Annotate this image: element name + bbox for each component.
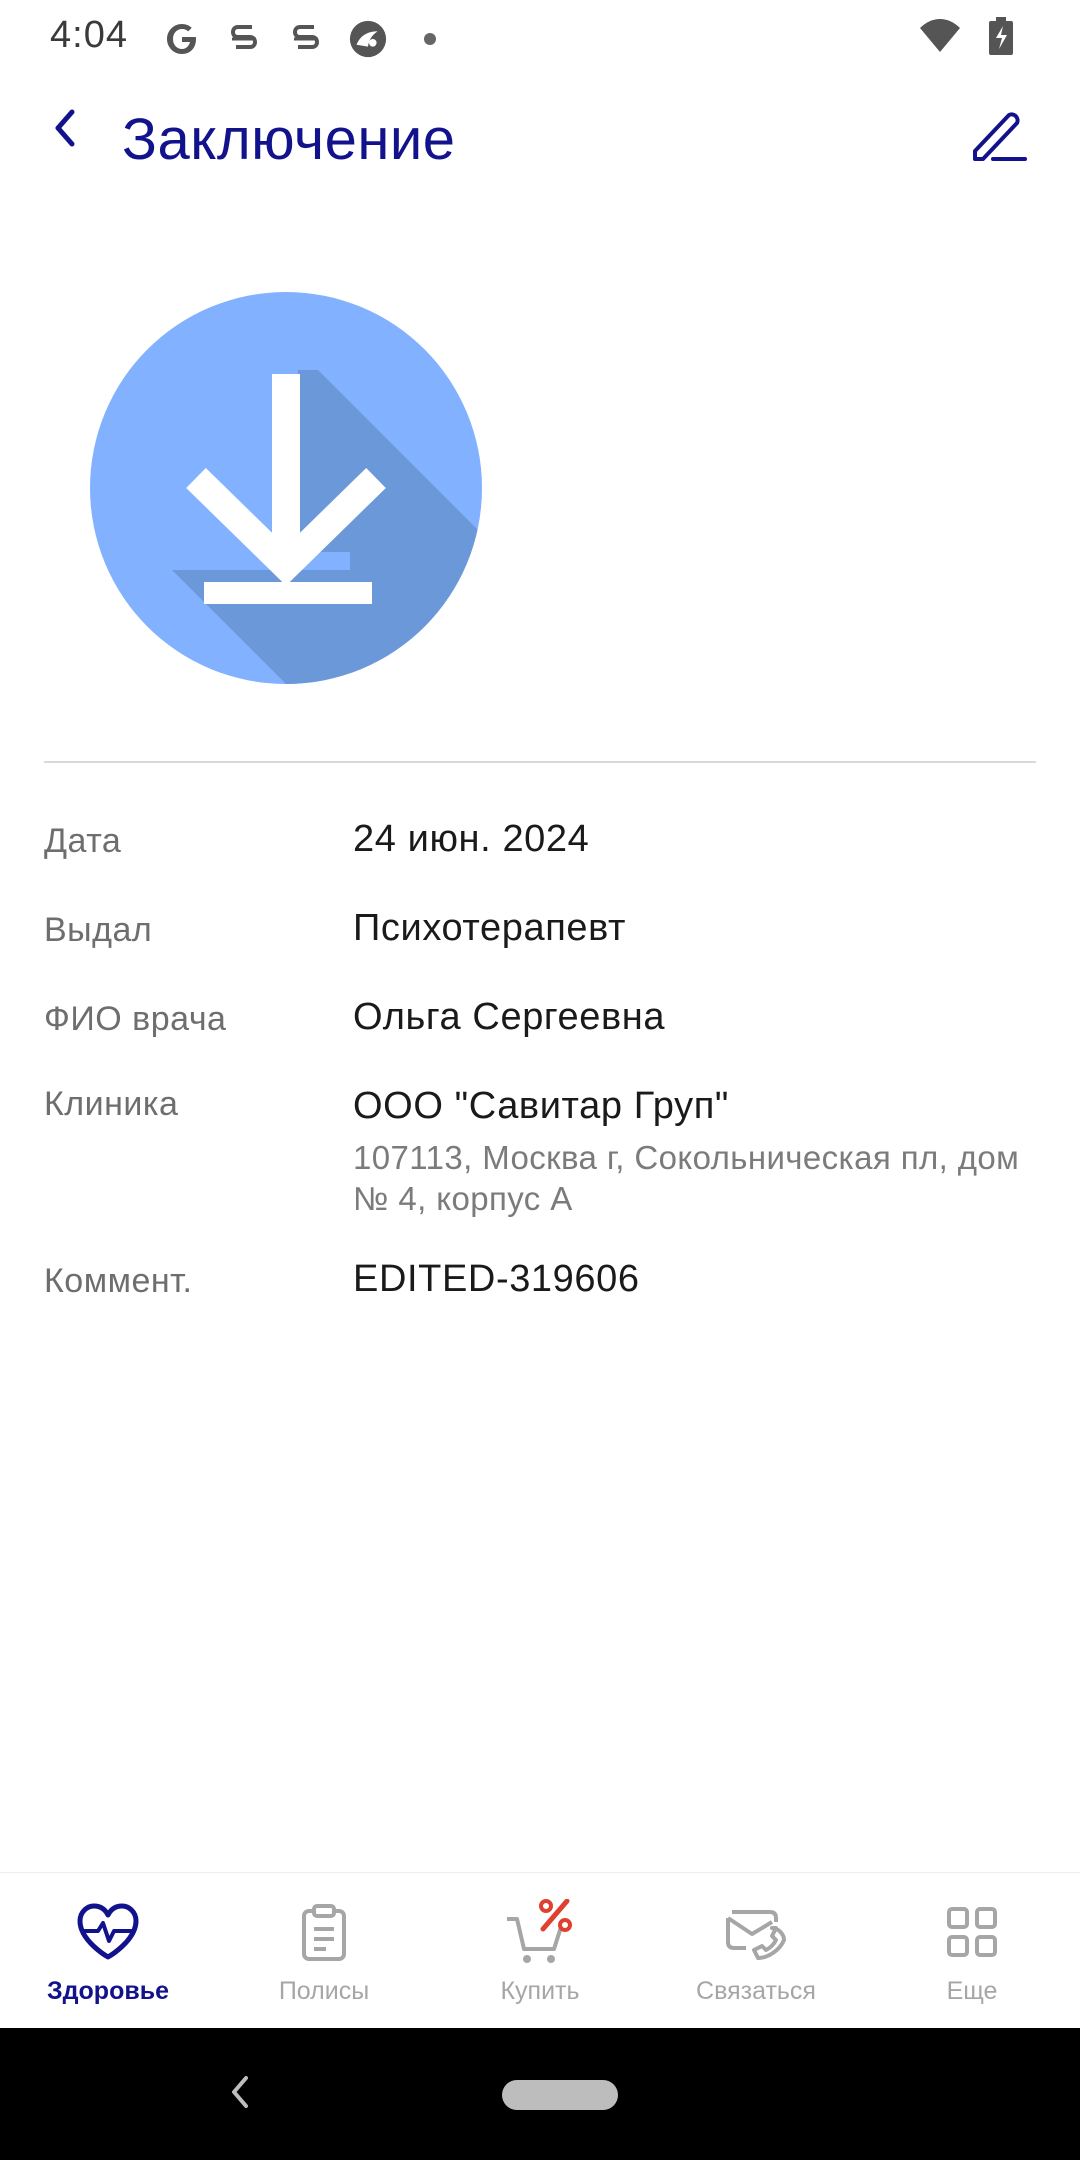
- phone-mail-icon: [721, 1897, 791, 1967]
- nav-label: Полисы: [278, 1977, 370, 2005]
- nav-label: Связаться: [696, 1977, 816, 2005]
- status-bar: 4:04: [0, 0, 1080, 80]
- system-back-button[interactable]: [220, 2070, 260, 2118]
- issuer-label: Выдал: [44, 911, 153, 949]
- doctor-value: Ольга Сергеевна: [353, 996, 666, 1038]
- nav-item-contact[interactable]: Связаться: [648, 1873, 864, 2028]
- date-label: Дата: [44, 822, 122, 860]
- app-header: Заключение: [0, 80, 1080, 200]
- chevron-left-icon: [48, 106, 80, 155]
- nav-label: Купить: [500, 1977, 580, 2005]
- google-icon: [162, 19, 202, 59]
- status-time: 4:04: [50, 14, 128, 56]
- download-icon: [88, 292, 484, 690]
- nav-item-more[interactable]: Еще: [864, 1873, 1080, 2028]
- nav-item-policies[interactable]: Полисы: [216, 1873, 432, 2028]
- page-title: Заключение: [122, 107, 456, 172]
- clinic-address: 107113, Москва г, Сокольническая пл, дом…: [353, 1139, 1020, 1217]
- clipboard-icon: [289, 1897, 359, 1967]
- date-value: 24 июн. 2024: [353, 818, 590, 860]
- nav-label: Еще: [946, 1977, 998, 2005]
- doctor-label: ФИО врача: [44, 1000, 227, 1038]
- grid-icon: [937, 1897, 1007, 1967]
- system-back-icon: [228, 2074, 252, 2115]
- status-icons-left: [162, 14, 450, 64]
- status-icons-right: [918, 16, 1014, 61]
- comment-label: Коммент.: [44, 1262, 193, 1300]
- nav-item-buy[interactable]: Купить: [432, 1873, 648, 2028]
- cart-percent-icon: [505, 1897, 575, 1967]
- nav-label: Здоровье: [47, 1977, 169, 2005]
- lens-app-icon: [348, 19, 388, 59]
- issuer-value: Психотерапевт: [353, 907, 627, 949]
- wifi-icon: [918, 16, 962, 61]
- clinic-label: Клиника: [44, 1085, 179, 1123]
- comment-value: EDITED-319606: [353, 1258, 640, 1300]
- pencil-icon: [967, 103, 1029, 170]
- back-button[interactable]: [36, 102, 92, 158]
- clinic-value: ООО "Савитар Груп": [353, 1085, 729, 1127]
- system-home-button[interactable]: [502, 2080, 618, 2110]
- notification-dot-icon: [410, 19, 450, 59]
- s-app-icon: [224, 19, 264, 59]
- divider: [44, 761, 1036, 763]
- s-app-icon: [286, 19, 326, 59]
- heart-pulse-icon: [73, 1897, 143, 1967]
- bottom-nav: Здоровье Полисы Купить Связаться Еще: [0, 1872, 1080, 2028]
- edit-button[interactable]: [964, 102, 1032, 170]
- nav-item-health[interactable]: Здоровье: [0, 1873, 216, 2028]
- battery-charging-icon: [988, 16, 1014, 61]
- system-nav-bar: [0, 2028, 1080, 2160]
- download-button[interactable]: [88, 290, 484, 686]
